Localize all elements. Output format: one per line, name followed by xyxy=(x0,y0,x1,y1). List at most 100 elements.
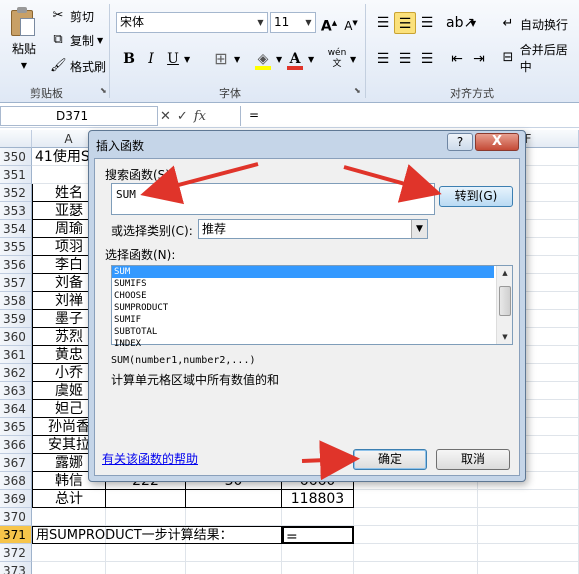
grow-font-button[interactable]: A▲ xyxy=(318,12,340,35)
format-painter-button[interactable]: 🖌 格式刷 xyxy=(50,56,106,76)
phonetic-button[interactable]: wén 文 xyxy=(326,48,348,70)
row-header[interactable]: 357 xyxy=(0,274,32,292)
function-list-item[interactable]: CHOOSE xyxy=(112,290,512,302)
search-input[interactable]: SUM xyxy=(111,183,435,215)
align-bottom-button[interactable]: ☰ xyxy=(416,12,438,34)
font-size-combo[interactable]: 11 ▼ xyxy=(270,12,316,33)
chevron-down-icon[interactable]: ▼ xyxy=(184,55,190,64)
row-header[interactable]: 350 xyxy=(0,148,32,166)
cell-a[interactable]: 用SUMPRODUCT一步计算结果： xyxy=(32,526,282,544)
row-header[interactable]: 361 xyxy=(0,346,32,364)
row-header[interactable]: 364 xyxy=(0,400,32,418)
dialog-launcher-icon[interactable]: ⬊ xyxy=(100,87,108,95)
cancel-button[interactable]: 取消 xyxy=(436,449,510,470)
row-header[interactable]: 355 xyxy=(0,238,32,256)
function-list[interactable]: SUM SUMIFS CHOOSE SUMPRODUCT SUMIF SUBTOTAL IN… xyxy=(111,265,513,349)
align-top-button[interactable]: ☰ xyxy=(372,12,394,34)
cell-a[interactable]: 总计 xyxy=(32,490,106,508)
function-help-link[interactable]: 有关该函数的帮助 xyxy=(102,450,198,467)
italic-button[interactable]: I xyxy=(140,48,162,70)
merge-center-button[interactable]: ⊟ 合并后居中 xyxy=(500,43,579,74)
row-header[interactable]: 366 xyxy=(0,436,32,454)
align-middle-button[interactable]: ☰ xyxy=(394,12,416,34)
align-right-button[interactable]: ☰ xyxy=(416,48,438,70)
chevron-down-icon[interactable]: ▼ xyxy=(234,55,240,64)
row-header[interactable]: 359 xyxy=(0,310,32,328)
shrink-font-button[interactable]: A▼ xyxy=(340,12,362,34)
help-button[interactable]: ? xyxy=(447,133,473,151)
function-list-item[interactable]: SUBTOTAL xyxy=(112,326,512,338)
increase-indent-button[interactable]: ⇥ xyxy=(468,48,490,70)
underline-button[interactable]: U xyxy=(162,48,184,70)
chevron-down-icon[interactable]: ▼ xyxy=(21,61,27,70)
row-header[interactable]: 368 xyxy=(0,472,32,490)
function-list-item[interactable]: INDEX xyxy=(112,338,512,350)
row-header[interactable]: 353 xyxy=(0,202,32,220)
row-header[interactable]: 363 xyxy=(0,382,32,400)
cell-b[interactable] xyxy=(106,490,186,508)
row-header[interactable]: 356 xyxy=(0,256,32,274)
copy-button[interactable]: ⧉ 复制 ▼ xyxy=(50,30,103,50)
chevron-down-icon[interactable]: ▼ xyxy=(411,220,427,238)
chevron-down-icon[interactable]: ▼ xyxy=(302,13,315,32)
font-color-button[interactable]: A xyxy=(284,48,306,70)
row-header[interactable]: 354 xyxy=(0,220,32,238)
category-select[interactable]: 推荐 ▼ xyxy=(198,219,428,239)
close-button[interactable]: X xyxy=(475,133,519,151)
fill-color-button[interactable]: ◈ xyxy=(252,48,274,70)
function-list-item[interactable]: SUM xyxy=(112,266,494,278)
chevron-down-icon[interactable]: ▼ xyxy=(308,55,314,64)
select-all-corner[interactable] xyxy=(0,130,32,148)
align-right-icon: ☰ xyxy=(420,51,434,67)
function-list-item[interactable]: SUMPRODUCT xyxy=(112,302,512,314)
cell-d[interactable]: = xyxy=(282,526,354,544)
row-header[interactable]: 360 xyxy=(0,328,32,346)
chevron-down-icon[interactable]: ▼ xyxy=(276,55,282,64)
row-header[interactable]: 373 xyxy=(0,562,32,574)
go-button[interactable]: 转到(G) xyxy=(439,186,513,207)
insert-function-icon[interactable]: fx xyxy=(194,109,206,124)
row-header[interactable]: 369 xyxy=(0,490,32,508)
orientation-button[interactable]: ab↗ xyxy=(446,12,475,34)
dialog-title: 插入函数 xyxy=(96,139,145,153)
check-icon[interactable]: ✓ xyxy=(177,109,188,124)
paste-button[interactable]: 粘贴 ▼ xyxy=(4,4,44,76)
function-list-item[interactable]: SUMIF xyxy=(112,314,512,326)
row-header[interactable]: 367 xyxy=(0,454,32,472)
borders-button[interactable]: ⊞ xyxy=(210,48,232,70)
scrollbar[interactable]: ▲ ▼ xyxy=(496,266,512,344)
cell-c[interactable] xyxy=(186,490,282,508)
chevron-down-icon[interactable]: ▼ xyxy=(470,19,476,28)
wrap-text-button[interactable]: ↵ 自动换行 xyxy=(500,14,568,34)
row-header[interactable]: 372 xyxy=(0,544,32,562)
formula-input[interactable]: = xyxy=(240,106,579,126)
border-grid-icon: ⊞ xyxy=(214,49,228,68)
decrease-indent-button[interactable]: ⇤ xyxy=(446,48,468,70)
chevron-down-icon[interactable]: ▼ xyxy=(254,13,267,32)
scroll-thumb[interactable] xyxy=(499,286,511,316)
row-header[interactable]: 352 xyxy=(0,184,32,202)
cell-a[interactable] xyxy=(32,508,106,526)
cut-button[interactable]: ✂ 剪切 xyxy=(50,6,94,26)
row-header[interactable]: 370 xyxy=(0,508,32,526)
align-left-button[interactable]: ☰ xyxy=(372,48,394,70)
scroll-down-icon[interactable]: ▼ xyxy=(497,330,513,344)
bold-button[interactable]: B xyxy=(118,48,140,70)
chevron-down-icon[interactable]: ▼ xyxy=(350,55,356,64)
scroll-up-icon[interactable]: ▲ xyxy=(497,266,513,280)
cancel-icon[interactable]: ✕ xyxy=(160,109,171,124)
name-box[interactable]: D371 xyxy=(0,106,158,126)
row-header[interactable]: 365 xyxy=(0,418,32,436)
dialog-launcher-icon[interactable]: ⬊ xyxy=(354,87,362,95)
row-header[interactable]: 362 xyxy=(0,364,32,382)
function-list-item[interactable]: SUMIFS xyxy=(112,278,512,290)
ok-button[interactable]: 确定 xyxy=(353,449,427,470)
cell-a[interactable] xyxy=(32,562,106,574)
row-header[interactable]: 371 xyxy=(0,526,32,544)
cell-a[interactable] xyxy=(32,544,106,562)
font-name-combo[interactable]: 宋体 ▼ xyxy=(116,12,268,33)
cell-d[interactable]: 118803 xyxy=(282,490,354,508)
row-header[interactable]: 358 xyxy=(0,292,32,310)
row-header[interactable]: 351 xyxy=(0,166,32,184)
align-center-button[interactable]: ☰ xyxy=(394,48,416,70)
